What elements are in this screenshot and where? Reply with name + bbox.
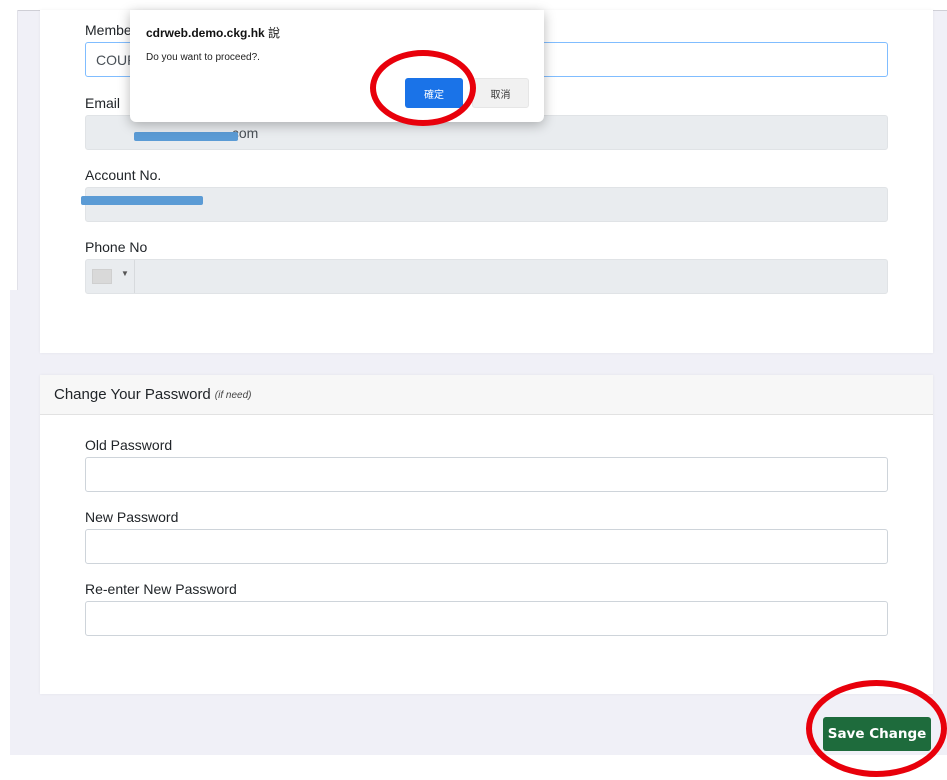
dialog-cancel-button[interactable]: 取消: [472, 78, 529, 108]
phone-label: Phone No: [85, 239, 148, 255]
email-redaction: [134, 132, 238, 141]
old-password-label: Old Password: [85, 437, 173, 453]
account-redaction: [81, 196, 203, 205]
reenter-password-label: Re-enter New Password: [85, 581, 237, 597]
new-password-label: New Password: [85, 509, 179, 525]
flag-icon[interactable]: [92, 269, 112, 284]
old-password-input[interactable]: [85, 457, 888, 492]
save-highlight-ring: [806, 680, 947, 777]
dialog-title: cdrweb.demo.ckg.hk 說: [146, 24, 280, 41]
member-label: Member: [85, 22, 137, 38]
caret-down-icon[interactable]: ▼: [121, 269, 129, 278]
phone-field[interactable]: ▼: [85, 259, 888, 294]
password-section-title: Change Your Password: [54, 386, 211, 403]
dialog-host: cdrweb.demo.ckg.hk: [146, 26, 265, 40]
reenter-password-input[interactable]: [85, 601, 888, 636]
account-label: Account No.: [85, 167, 162, 183]
email-label: Email: [85, 95, 121, 111]
password-card-header: Change Your Password (if need): [40, 375, 933, 415]
confirm-dialog: cdrweb.demo.ckg.hk 說 Do you want to proc…: [130, 10, 544, 122]
dialog-message: Do you want to proceed?.: [146, 52, 260, 63]
phone-divider: [134, 260, 135, 293]
password-card: Change Your Password (if need) Old Passw…: [40, 375, 933, 694]
password-section-hint: (if need): [214, 390, 252, 401]
left-panel-edge: [10, 10, 18, 290]
account-field[interactable]: [81, 187, 888, 222]
dialog-says: 說: [268, 26, 281, 40]
ok-highlight-ring: [370, 50, 476, 126]
new-password-input[interactable]: [85, 529, 888, 564]
